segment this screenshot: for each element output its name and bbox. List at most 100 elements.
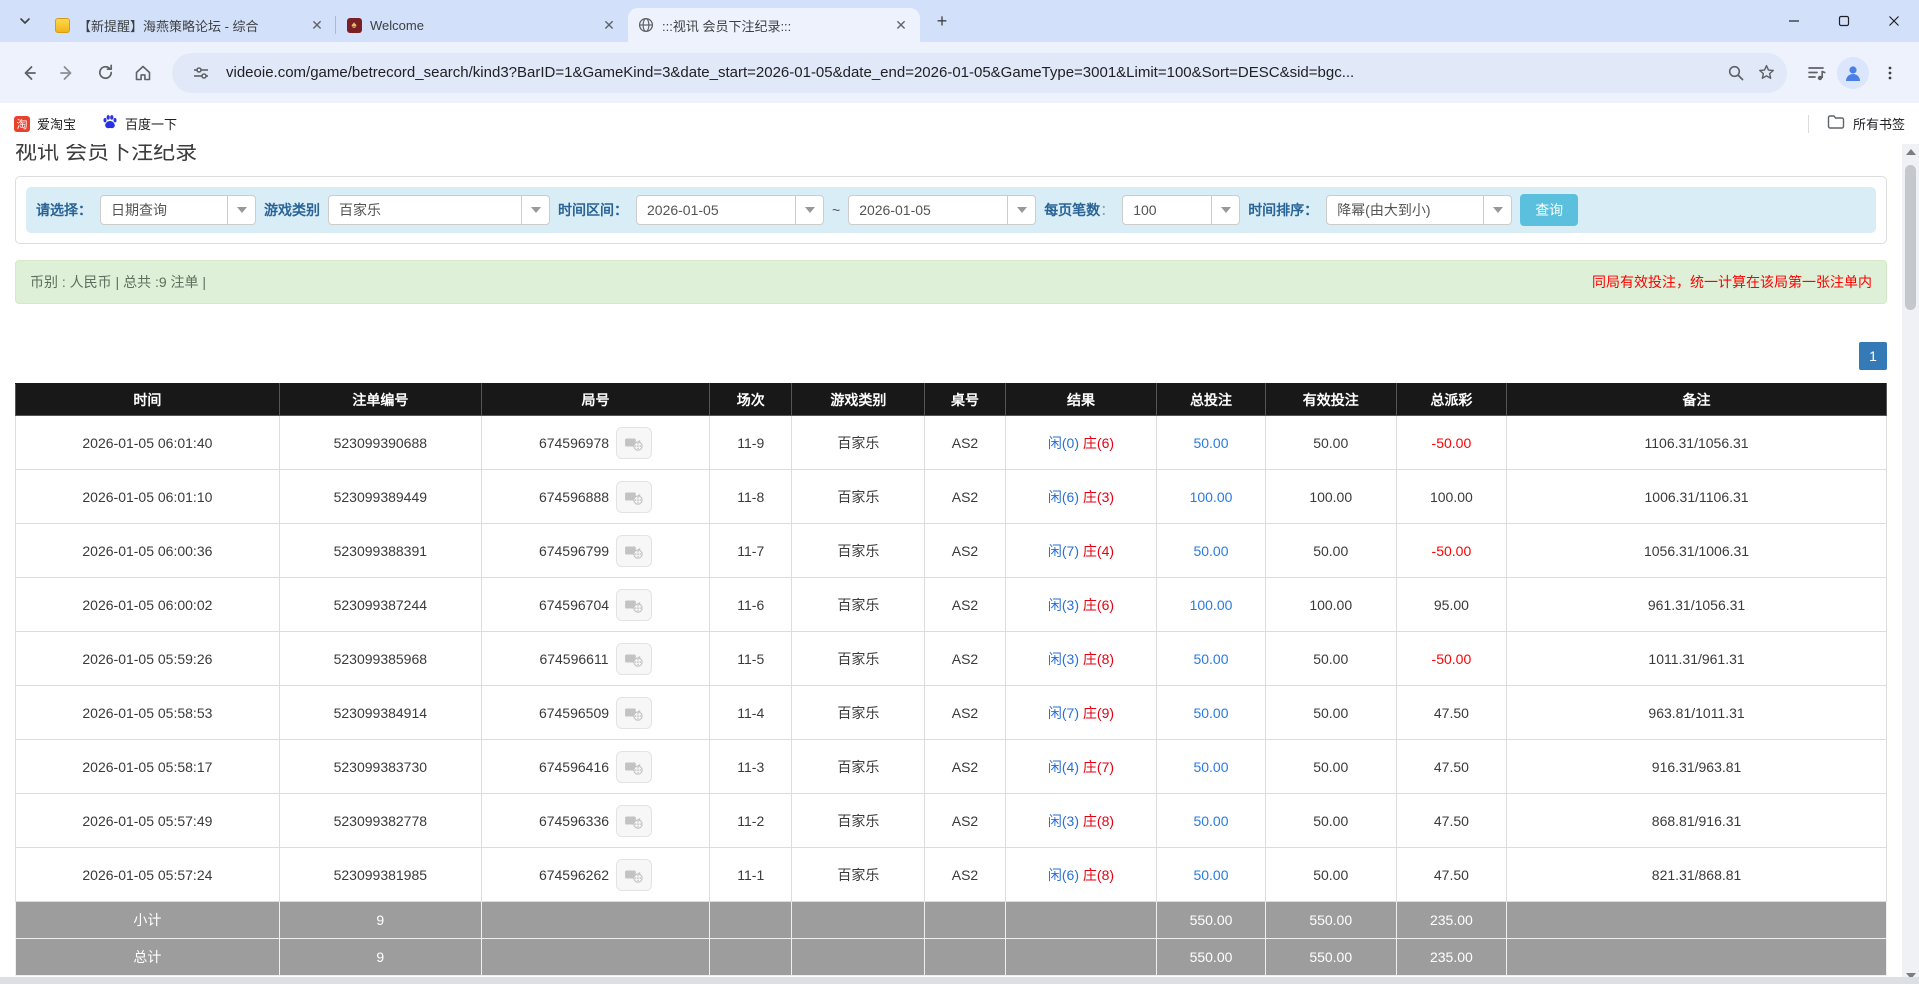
cell-table: AS2: [925, 740, 1005, 794]
video-replay-button[interactable]: [616, 751, 652, 783]
cell-table: AS2: [925, 470, 1005, 524]
zoom-search-icon[interactable]: [1721, 58, 1751, 88]
filter-bar: 请选择： 日期查询 游戏类别 百家乐 时间区间： 2026-01-05 ~ 20: [26, 187, 1876, 233]
close-window-button[interactable]: [1869, 0, 1919, 42]
tab-forum[interactable]: 【新提醒】海燕策略论坛 - 综合 ✕: [44, 8, 336, 42]
window-bottom-edge: [0, 977, 1919, 984]
url-text[interactable]: videoie.com/game/betrecord_search/kind3?…: [226, 64, 1721, 81]
page-size-label: 每页笔数：: [1044, 200, 1114, 220]
page-size-select[interactable]: 100: [1122, 195, 1240, 225]
cell-total-bet[interactable]: 100.00: [1157, 470, 1266, 524]
address-bar[interactable]: videoie.com/game/betrecord_search/kind3?…: [172, 53, 1787, 93]
close-icon[interactable]: ✕: [892, 16, 910, 34]
column-header: 备注: [1507, 384, 1887, 416]
table-total-row: 总计 9 550.00 550.00 235.00: [16, 939, 1887, 976]
result-player: 闲(4): [1048, 759, 1079, 775]
tab-welcome[interactable]: ♠ Welcome ✕: [336, 8, 628, 42]
cell-total-bet[interactable]: 100.00: [1157, 578, 1266, 632]
video-replay-button[interactable]: [616, 805, 652, 837]
result-player: 闲(7): [1048, 705, 1079, 721]
cell-time: 2026-01-05 05:57:49: [16, 794, 280, 848]
column-header: 总投注: [1157, 384, 1266, 416]
video-replay-button[interactable]: [616, 427, 652, 459]
cell-bet-id: 523099382778: [279, 794, 481, 848]
bet-records-table: 时间注单编号局号场次游戏类别桌号结果总投注有效投注总派彩备注 2026-01-0…: [15, 383, 1887, 976]
scrollbar-thumb[interactable]: [1905, 165, 1916, 310]
bookmark-baidu[interactable]: 百度一下: [102, 114, 177, 133]
chevron-down-icon[interactable]: [10, 6, 40, 36]
column-header: 注单编号: [279, 384, 481, 416]
bookmark-taobao[interactable]: 淘 爱淘宝: [14, 114, 76, 133]
result-player: 闲(3): [1048, 813, 1079, 829]
cell-bet-id: 523099385968: [279, 632, 481, 686]
date-end-select[interactable]: 2026-01-05: [848, 195, 1036, 225]
game-type-select[interactable]: 百家乐: [328, 195, 550, 225]
scrollbar[interactable]: [1902, 144, 1919, 984]
maximize-button[interactable]: [1819, 0, 1869, 42]
tab-bet-records[interactable]: :::视讯 会员下注纪录::: ✕: [628, 8, 920, 42]
column-header: 桌号: [925, 384, 1005, 416]
result-banker: 庄(9): [1083, 705, 1114, 721]
cell-total-bet[interactable]: 50.00: [1157, 848, 1266, 902]
video-replay-button[interactable]: [616, 535, 652, 567]
home-icon[interactable]: [126, 56, 160, 90]
sort-select[interactable]: 降幂(由大到小): [1326, 195, 1512, 225]
cell-time: 2026-01-05 06:01:40: [16, 416, 280, 470]
new-tab-button[interactable]: +: [928, 7, 956, 35]
total-bet-sum: 550.00: [1157, 939, 1266, 976]
baidu-paw-icon: [102, 114, 118, 133]
close-icon[interactable]: ✕: [308, 16, 326, 34]
video-replay-button[interactable]: [616, 481, 652, 513]
cell-session: 11-4: [710, 686, 792, 740]
cell-total-bet[interactable]: 50.00: [1157, 632, 1266, 686]
video-replay-button[interactable]: [616, 697, 652, 729]
close-icon[interactable]: ✕: [600, 16, 618, 34]
cell-valid-bet: 50.00: [1265, 848, 1396, 902]
game-type-value: 百家乐: [329, 200, 521, 220]
cell-result: 闲(4) 庄(7): [1005, 740, 1157, 794]
date-start-select[interactable]: 2026-01-05: [636, 195, 824, 225]
video-replay-button[interactable]: [616, 859, 652, 891]
query-type-select[interactable]: 日期查询: [100, 195, 256, 225]
globe-favicon: [638, 17, 654, 33]
table-row: 2026-01-05 06:00:36 523099388391 6745967…: [16, 524, 1887, 578]
cell-game-type: 百家乐: [792, 794, 925, 848]
result-player: 闲(6): [1048, 489, 1079, 505]
cell-game-type: 百家乐: [792, 686, 925, 740]
media-controls-icon[interactable]: [1799, 56, 1833, 90]
bookmark-star-icon[interactable]: [1751, 58, 1781, 88]
video-replay-button[interactable]: [616, 589, 652, 621]
cell-round: 674596888: [481, 470, 709, 524]
cell-bet-id: 523099384914: [279, 686, 481, 740]
cell-total-bet[interactable]: 50.00: [1157, 416, 1266, 470]
menu-kebab-icon[interactable]: [1873, 56, 1907, 90]
column-header: 时间: [16, 384, 280, 416]
cell-table: AS2: [925, 524, 1005, 578]
all-bookmarks[interactable]: 所有书签: [1808, 114, 1905, 133]
video-replay-button[interactable]: [616, 643, 652, 675]
forward-icon[interactable]: [50, 56, 84, 90]
table-row: 2026-01-05 05:58:17 523099383730 6745964…: [16, 740, 1887, 794]
valid-bet-sum: 550.00: [1265, 939, 1396, 976]
search-button[interactable]: 查询: [1520, 194, 1578, 226]
cell-game-type: 百家乐: [792, 470, 925, 524]
tab-title: Welcome: [370, 18, 592, 33]
cell-total-bet[interactable]: 50.00: [1157, 524, 1266, 578]
cell-bet-id: 523099387244: [279, 578, 481, 632]
bookmark-label: 百度一下: [125, 114, 177, 133]
table-row: 2026-01-05 05:57:24 523099381985 6745962…: [16, 848, 1887, 902]
tune-icon[interactable]: [186, 58, 216, 88]
back-icon[interactable]: [12, 56, 46, 90]
total-label: 小计: [16, 902, 280, 939]
cell-total-bet[interactable]: 50.00: [1157, 794, 1266, 848]
avatar[interactable]: [1837, 57, 1869, 89]
refresh-icon[interactable]: [88, 56, 122, 90]
page-1-button[interactable]: 1: [1859, 342, 1887, 370]
bookmark-label: 爱淘宝: [37, 114, 76, 133]
cell-total-bet[interactable]: 50.00: [1157, 740, 1266, 794]
round-number: 674596416: [539, 759, 609, 775]
casino-favicon: ♠: [346, 17, 362, 33]
minimize-button[interactable]: [1769, 0, 1819, 42]
scroll-up-icon[interactable]: [1906, 149, 1916, 155]
cell-total-bet[interactable]: 50.00: [1157, 686, 1266, 740]
